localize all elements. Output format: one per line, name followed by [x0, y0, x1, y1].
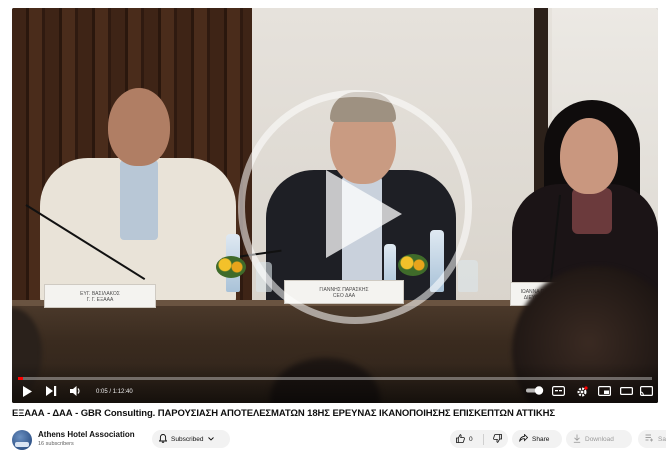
thumbs-down-icon — [493, 433, 502, 445]
name-placard-left: ΕΥΓ. ΒΑΣΙΛΑΚΟΣ Γ. Γ. ΕΞΑΑΑ — [44, 284, 156, 308]
placard-role: Γ. Γ. ΕΞΑΑΑ — [86, 297, 114, 303]
channel-avatar[interactable] — [12, 430, 32, 450]
video-title: ΕΞΑΑΑ - ΔΑΑ - GBR Consulting. ΠΑΡΟΥΣΙΑΣΗ… — [12, 408, 555, 419]
save-label: Sa — [658, 435, 666, 443]
cast-icon[interactable] — [640, 386, 653, 396]
share-label: Share — [532, 435, 550, 443]
autoplay-toggle-icon[interactable] — [526, 386, 544, 395]
save-playlist-icon — [645, 434, 654, 444]
dislike-button[interactable] — [487, 430, 508, 448]
play-icon[interactable] — [22, 386, 32, 397]
volume-icon[interactable] — [70, 386, 82, 396]
like-button[interactable]: 0 — [450, 430, 479, 448]
progress-bar-played — [18, 377, 24, 380]
subscribed-label: Subscribed — [171, 435, 204, 443]
miniplayer-icon[interactable] — [598, 386, 611, 396]
bell-icon — [158, 433, 168, 445]
channel-action-row: Athens Hotel Association 16 subscribers … — [12, 428, 666, 458]
time-display: 0:05 / 1:12:40 — [96, 386, 133, 398]
video-player[interactable]: ΕΥΓ. ΒΑΣΙΛΑΚΟΣ Γ. Γ. ΕΞΑΑΑ ΓΙΑΝΝΗΣ ΠΑΡΑΣ… — [12, 8, 658, 403]
settings-gear-icon[interactable] — [576, 386, 588, 398]
chevron-down-icon — [207, 436, 214, 443]
download-button[interactable]: Download — [566, 430, 632, 448]
like-count: 0 — [469, 435, 473, 443]
flower-vase — [216, 256, 246, 278]
subscribed-button[interactable]: Subscribed — [152, 430, 230, 448]
share-button[interactable]: Share — [512, 430, 562, 448]
progress-bar[interactable] — [18, 377, 652, 380]
share-arrow-icon — [519, 433, 529, 444]
total-time: 1:12:40 — [112, 389, 133, 395]
download-label: Download — [585, 435, 614, 443]
current-time: 0:05 — [96, 389, 108, 395]
save-button[interactable]: Sa — [638, 430, 666, 448]
youtube-watch-page: ΕΥΓ. ΒΑΣΙΛΑΚΟΣ Γ. Γ. ΕΞΑΑΑ ΓΙΑΝΝΗΣ ΠΑΡΑΣ… — [0, 0, 666, 461]
water-glass — [458, 260, 478, 292]
theater-mode-icon[interactable] — [620, 386, 633, 396]
channel-name[interactable]: Athens Hotel Association — [38, 430, 135, 439]
download-icon — [573, 434, 581, 445]
large-play-icon[interactable] — [326, 170, 402, 258]
next-icon[interactable] — [46, 386, 57, 396]
subscriber-count: 16 subscribers — [38, 441, 74, 447]
thumbs-up-icon — [456, 433, 465, 445]
subtitles-icon[interactable] — [552, 386, 565, 396]
like-dislike-group: 0 — [450, 430, 508, 448]
